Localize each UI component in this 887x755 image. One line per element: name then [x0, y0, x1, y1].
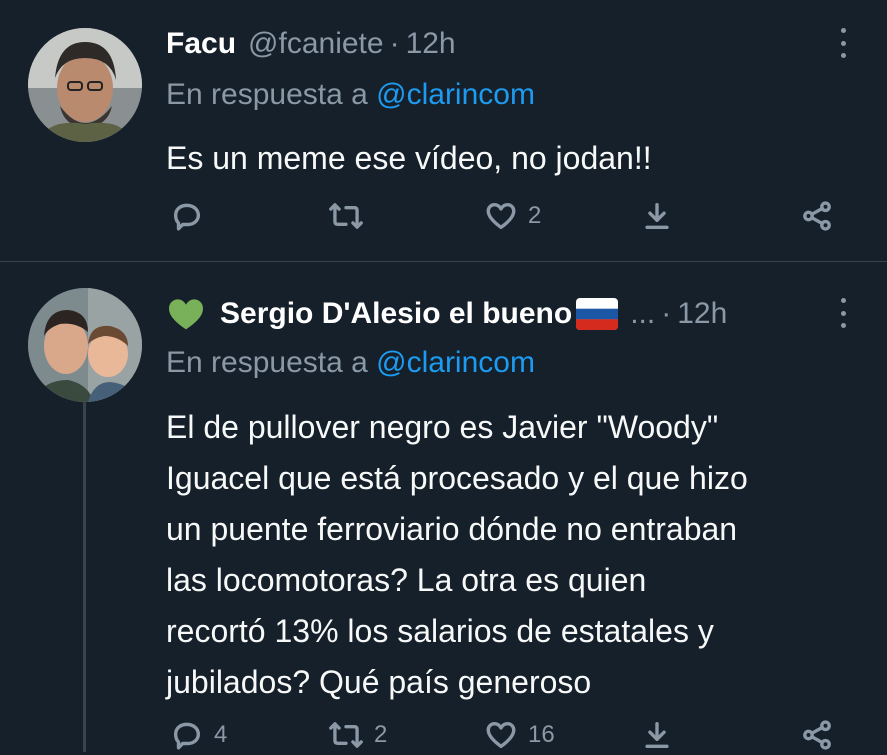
share-icon: [803, 201, 831, 231]
like-count: 2: [528, 202, 542, 229]
action-bar: 2: [166, 196, 846, 236]
tweet-text: El de pullover negro es Javier "Woody" I…: [166, 402, 856, 708]
reply-button[interactable]: 4: [170, 715, 227, 755]
tweet-text: Es un meme ese vídeo, no jodan!!: [166, 133, 856, 184]
more-options-icon[interactable]: [835, 298, 851, 328]
reply-context: En respuesta a @clarincom: [166, 346, 535, 380]
reply-button[interactable]: [170, 196, 214, 236]
thread-line: [83, 402, 86, 752]
tweet-text-line: El de pullover negro es Javier "Woody": [166, 409, 719, 445]
timestamp[interactable]: 12h: [677, 297, 727, 331]
retweet-button[interactable]: [328, 196, 374, 236]
avatar[interactable]: [28, 28, 142, 142]
more-options-icon[interactable]: [835, 28, 851, 58]
tweet-header: Sergio D'Alesio el bueno ... · 12h: [166, 294, 727, 334]
tweet-text-line: recortó 13% los salarios de estatales y: [166, 613, 714, 649]
timestamp[interactable]: 12h: [406, 27, 456, 61]
separator-dot: ·: [389, 27, 400, 60]
avatar[interactable]: [28, 288, 142, 402]
reply-mention-link[interactable]: @clarincom: [376, 346, 535, 379]
reply-prefix: En respuesta a: [166, 78, 368, 111]
reply-mention-link[interactable]: @clarincom: [376, 78, 535, 111]
russia-flag-icon: [576, 298, 619, 330]
tweet-text-line: un puente ferroviario dónde no entraban: [166, 511, 738, 547]
tweet[interactable]: Sergio D'Alesio el bueno ... · 12h En re…: [0, 262, 887, 752]
action-bar: 4 2 16: [166, 715, 846, 755]
retweet-button[interactable]: 2: [328, 715, 387, 755]
share-button[interactable]: [800, 196, 834, 236]
download-button[interactable]: [640, 196, 674, 236]
retweet-icon: [329, 722, 363, 748]
like-button[interactable]: 2: [484, 196, 541, 236]
avatar-photo: [28, 28, 142, 142]
tweet-text-line: las locomotoras? La otra es quien: [166, 562, 647, 598]
separator-dot: ·: [661, 297, 672, 330]
name-truncation: ...: [630, 297, 656, 330]
share-icon: [803, 720, 831, 750]
reply-count: 4: [214, 721, 228, 748]
display-name[interactable]: Facu: [166, 27, 236, 61]
tweet-text-line: jubilados? Qué país generoso: [166, 664, 592, 700]
retweet-icon: [329, 203, 363, 229]
retweet-count: 2: [374, 721, 388, 748]
reply-context: En respuesta a @clarincom: [166, 78, 535, 112]
tweet[interactable]: Facu @fcaniete · 12h En respuesta a @cla…: [0, 0, 887, 262]
like-count: 16: [528, 721, 555, 748]
tweet-header: Facu @fcaniete · 12h: [166, 24, 456, 64]
download-button[interactable]: [640, 715, 674, 755]
like-icon: [486, 721, 516, 749]
display-name[interactable]: Sergio D'Alesio el bueno: [220, 297, 572, 331]
tweet-text-line: Es un meme ese vídeo, no jodan!!: [166, 140, 652, 176]
like-icon: [486, 202, 516, 230]
reply-icon: [173, 722, 201, 750]
tweet-text-line: Iguacel que está procesado y el que hizo: [166, 460, 748, 496]
download-icon: [645, 721, 669, 749]
avatar-photo: [28, 288, 142, 402]
reply-icon: [173, 203, 201, 231]
user-handle[interactable]: @fcaniete: [248, 27, 384, 61]
green-heart-icon: [166, 297, 206, 331]
reply-prefix: En respuesta a: [166, 346, 368, 379]
share-button[interactable]: [800, 715, 834, 755]
download-icon: [645, 202, 669, 230]
like-button[interactable]: 16: [484, 715, 555, 755]
